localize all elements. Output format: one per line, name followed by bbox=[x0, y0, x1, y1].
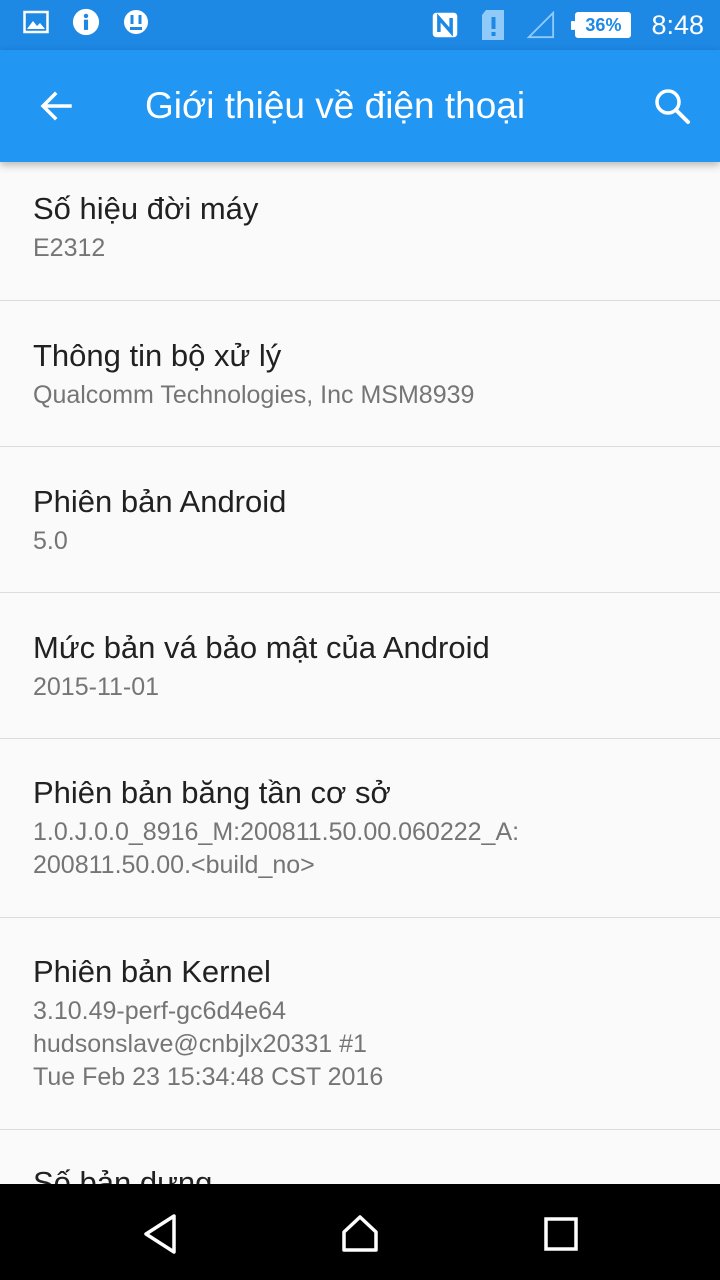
square-recents-icon bbox=[544, 1217, 578, 1251]
item-value: E2312 bbox=[33, 234, 106, 262]
list-item-baseband-version[interactable]: Phiên bản băng tần cơ sở 1.0.J.0.0_8916_… bbox=[0, 739, 720, 918]
item-value: 5.0 bbox=[33, 527, 68, 555]
nav-back-button[interactable] bbox=[132, 1206, 188, 1262]
list-item-build-number[interactable]: Số bản dựng bbox=[0, 1130, 720, 1184]
list-item-processor-info[interactable]: Thông tin bộ xử lý Qualcomm Technologies… bbox=[0, 301, 720, 447]
list-item-model-number[interactable]: Số hiệu đời máy E2312 bbox=[0, 162, 720, 301]
about-phone-list[interactable]: Số hiệu đời máy E2312 Thông tin bộ xử lý… bbox=[0, 162, 720, 1184]
item-value: 2015-11-01 bbox=[33, 673, 160, 701]
signal-icon bbox=[527, 10, 555, 39]
alert-face-icon bbox=[122, 8, 150, 36]
list-item-android-version[interactable]: Phiên bản Android 5.0 bbox=[0, 447, 720, 593]
item-value: 1.0.J.0.0_8916_M:200811.50.00.060222_A: … bbox=[33, 818, 520, 879]
item-value: 3.10.49-perf-gc6d4e64 hudsonslave@cnbjlx… bbox=[33, 997, 384, 1091]
image-icon bbox=[22, 8, 50, 36]
nav-recents-button[interactable] bbox=[533, 1206, 589, 1262]
item-title: Số hiệu đời máy bbox=[33, 191, 259, 226]
home-icon bbox=[342, 1215, 378, 1252]
nfc-icon bbox=[431, 11, 459, 39]
system-icons: 36% 8:48 bbox=[431, 0, 704, 50]
navigation-bar bbox=[0, 1184, 720, 1280]
sim-alert-icon bbox=[479, 10, 507, 40]
info-icon bbox=[72, 8, 100, 36]
status-bar: 36% 8:48 bbox=[0, 0, 720, 50]
search-icon bbox=[655, 89, 690, 124]
item-title: Phiên bản Kernel bbox=[33, 954, 271, 989]
item-title: Phiên bản băng tần cơ sở bbox=[33, 775, 391, 810]
list-item-kernel-version[interactable]: Phiên bản Kernel 3.10.49-perf-gc6d4e64 h… bbox=[0, 918, 720, 1130]
item-title: Mức bản vá bảo mật của Android bbox=[33, 630, 490, 665]
item-title: Thông tin bộ xử lý bbox=[33, 338, 282, 373]
triangle-back-icon bbox=[144, 1214, 176, 1254]
notification-icons bbox=[22, 8, 150, 36]
item-title: Phiên bản Android bbox=[33, 484, 287, 519]
list-item-security-patch[interactable]: Mức bản vá bảo mật của Android 2015-11-0… bbox=[0, 593, 720, 739]
clock: 8:48 bbox=[651, 9, 704, 40]
page-title: Giới thiệu về điện thoại bbox=[145, 85, 526, 126]
nav-home-button[interactable] bbox=[332, 1206, 388, 1262]
search-button[interactable] bbox=[646, 80, 698, 132]
app-bar: Giới thiệu về điện thoại bbox=[0, 50, 720, 162]
item-value: Qualcomm Technologies, Inc MSM8939 bbox=[33, 381, 475, 409]
item-title: Số bản dựng bbox=[33, 1165, 213, 1184]
battery-indicator: 36% bbox=[571, 12, 632, 38]
arrow-left-icon bbox=[40, 91, 72, 121]
back-button[interactable] bbox=[30, 80, 82, 132]
